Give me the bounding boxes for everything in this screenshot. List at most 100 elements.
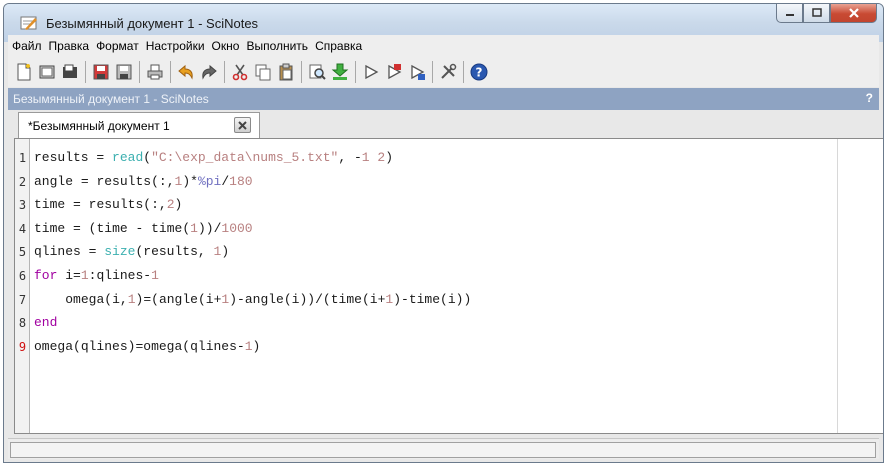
save-button[interactable] bbox=[91, 62, 111, 82]
code-identifier: time bbox=[34, 197, 66, 213]
code-operator: = bbox=[73, 197, 81, 213]
code-operator: ) bbox=[463, 291, 472, 307]
toolbar-separator bbox=[224, 61, 225, 83]
code-operator: ) bbox=[221, 244, 230, 260]
code-operator: ) bbox=[393, 291, 402, 307]
code-operator: ) bbox=[229, 291, 238, 307]
code-operator: * bbox=[190, 173, 198, 189]
code-operator: ) bbox=[307, 291, 316, 307]
code-function: read bbox=[112, 150, 144, 165]
document-tab-strip: *Безымянный документ 1 bbox=[8, 110, 879, 138]
execute-file-button[interactable] bbox=[384, 62, 404, 82]
code-operator: / bbox=[315, 291, 323, 307]
close-icon bbox=[238, 120, 247, 130]
code-text: end bbox=[34, 315, 57, 330]
code-identifier: time bbox=[96, 220, 128, 236]
code-operator: ) bbox=[174, 197, 183, 213]
undo-button[interactable] bbox=[176, 62, 196, 82]
tab-close-button[interactable] bbox=[234, 117, 251, 133]
code-number: 1 bbox=[127, 291, 136, 307]
open-folder-button[interactable] bbox=[60, 62, 80, 82]
cut-button[interactable] bbox=[230, 62, 250, 82]
code-identifier: angle bbox=[34, 173, 74, 189]
code-operator: ( bbox=[151, 291, 159, 307]
find-button[interactable] bbox=[307, 62, 327, 82]
code-text: angle = results(:,1)*%pi/180 bbox=[34, 174, 253, 189]
code-operator: ( bbox=[182, 220, 191, 236]
code-operator: , bbox=[197, 244, 206, 260]
menu-execute[interactable]: Выполнить bbox=[246, 39, 308, 53]
code-operator: ( bbox=[440, 291, 448, 307]
code-identifier: time bbox=[408, 291, 441, 307]
code-identifier: qlines bbox=[190, 338, 237, 354]
toolbar: ? bbox=[8, 57, 879, 87]
line-number: 1 bbox=[18, 151, 27, 165]
code-identifier: i bbox=[65, 267, 74, 283]
code-operator: ( bbox=[361, 291, 370, 307]
print-icon bbox=[147, 64, 163, 80]
code-number: 2 bbox=[166, 197, 175, 213]
document-tab[interactable]: *Безымянный документ 1 bbox=[18, 112, 260, 138]
maximize-button[interactable] bbox=[803, 4, 830, 23]
code-operator: = bbox=[73, 267, 81, 283]
load-into-scilab-button[interactable] bbox=[330, 62, 350, 82]
toolbar-separator bbox=[301, 61, 302, 83]
minimize-button[interactable] bbox=[776, 4, 803, 23]
code-text: results = read("C:\exp_data\nums_5.txt",… bbox=[34, 150, 393, 165]
tools-button[interactable] bbox=[438, 62, 458, 82]
code-identifier: time bbox=[330, 291, 362, 307]
copy-button[interactable] bbox=[253, 62, 273, 82]
code-identifier: i bbox=[112, 291, 120, 307]
code-identifier: angle bbox=[158, 291, 198, 307]
code-identifier: omega bbox=[143, 338, 183, 354]
code-operator: / bbox=[221, 173, 230, 189]
help-button[interactable]: ? bbox=[469, 62, 489, 82]
toolbar-separator bbox=[139, 61, 140, 83]
open-file-icon bbox=[39, 65, 55, 79]
code-operator: ( bbox=[151, 173, 159, 189]
menu-edit[interactable]: Правка bbox=[49, 39, 90, 53]
execute-selection-button[interactable] bbox=[407, 62, 427, 82]
panel-help-button[interactable]: ? bbox=[866, 91, 873, 105]
menu-window[interactable]: Окно bbox=[212, 39, 240, 53]
status-field bbox=[10, 442, 876, 458]
menu-settings[interactable]: Настройки bbox=[146, 39, 205, 53]
menu-file[interactable]: Файл bbox=[12, 39, 42, 53]
execute-button[interactable] bbox=[361, 62, 381, 82]
menu-help[interactable]: Справка bbox=[315, 39, 362, 53]
code-operator: ( bbox=[143, 150, 152, 165]
svg-text:?: ? bbox=[476, 66, 483, 80]
code-identifier: results bbox=[143, 244, 198, 260]
save-as-icon bbox=[116, 64, 132, 80]
code-identifier: results bbox=[34, 150, 89, 165]
code-operator: ) bbox=[182, 173, 191, 189]
code-identifier: angle bbox=[244, 291, 284, 307]
close-button[interactable] bbox=[830, 4, 877, 23]
toolbar-separator bbox=[432, 61, 433, 83]
print-button[interactable] bbox=[145, 62, 165, 82]
new-file-button[interactable] bbox=[14, 62, 34, 82]
minimize-icon bbox=[785, 14, 794, 16]
code-operator: - bbox=[401, 291, 409, 307]
open-file-button[interactable] bbox=[37, 62, 57, 82]
code-operator: , bbox=[158, 197, 167, 213]
code-operator: ( bbox=[283, 291, 292, 307]
load-into-scilab-icon bbox=[331, 63, 349, 80]
redo-icon bbox=[202, 64, 217, 80]
code-operator: ( bbox=[322, 291, 331, 307]
redo-button[interactable] bbox=[199, 62, 219, 82]
code-operator: = bbox=[80, 173, 89, 189]
line-number: 8 bbox=[18, 316, 27, 331]
paste-button[interactable] bbox=[276, 62, 296, 82]
code-function: size bbox=[104, 244, 136, 260]
code-editor[interactable]: 1 results = read("C:\exp_data\nums_5.txt"… bbox=[14, 138, 883, 434]
code-operator: = bbox=[143, 291, 152, 307]
menu-format[interactable]: Формат bbox=[96, 39, 139, 53]
code-text: time = results(:,2) bbox=[34, 197, 182, 212]
save-as-button[interactable] bbox=[114, 62, 134, 82]
code-operator: ) bbox=[385, 150, 393, 165]
line-number: 7 bbox=[18, 292, 27, 307]
